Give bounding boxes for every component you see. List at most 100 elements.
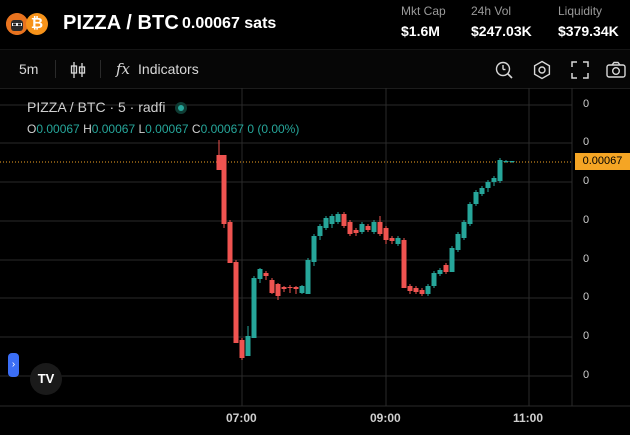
candle-body (479, 188, 485, 194)
candle-body (509, 161, 515, 162)
candle-body (305, 260, 311, 294)
candle-body (233, 262, 239, 343)
candle-body (449, 248, 455, 272)
candle-body (365, 226, 371, 230)
candle-body (377, 222, 383, 234)
candlestick-chart[interactable] (0, 88, 630, 435)
candle-body (371, 222, 377, 232)
pair-price: 0.00067 sats (182, 15, 277, 32)
function-icon: 𝑓x (116, 60, 131, 78)
candle-body (389, 238, 395, 241)
gear-icon (532, 60, 552, 80)
candle-style-button[interactable] (70, 50, 86, 88)
candle-body (317, 226, 323, 236)
pair-title: PIZZA / BTC (63, 12, 179, 34)
y-axis-label: 0 (583, 136, 590, 148)
ohlc-change: 0 (0.00%) (247, 122, 300, 136)
candle-body (401, 240, 407, 288)
fullscreen-button[interactable] (571, 50, 589, 88)
candle-body (263, 273, 269, 276)
stat-value: $1.6M (401, 23, 440, 39)
current-price-tag: 0.00067 (575, 153, 630, 170)
header: ₿ PIZZA / BTC 0.00067 sats Mkt Cap $1.6M… (0, 0, 630, 48)
candle-body (341, 214, 347, 226)
live-status-icon (175, 102, 188, 115)
candle-body (293, 287, 299, 289)
candle-body (473, 192, 479, 204)
candle-body (455, 234, 461, 250)
indicators-button[interactable]: 𝑓x Indicators (116, 50, 199, 88)
pair-icons: ₿ (6, 13, 50, 35)
stat-market-cap: Mkt Cap $1.6M (401, 4, 446, 39)
candle-body (323, 218, 329, 228)
candle-body (281, 287, 287, 289)
y-axis-label: 0 (583, 175, 590, 187)
ohlc-high-label: H (83, 122, 92, 136)
candle-body (245, 336, 251, 356)
sidebar-expand-handle[interactable]: › (8, 353, 19, 377)
fullscreen-icon (571, 61, 589, 80)
y-axis-label: 0 (583, 214, 590, 226)
candle-body (299, 286, 305, 293)
camera-icon (606, 61, 626, 78)
candle-body (227, 222, 233, 263)
indicators-label: Indicators (138, 61, 199, 77)
price-chart[interactable]: PIZZA / BTC · 5 · radfi O0.00067 H0.0006… (0, 88, 630, 435)
settings-button[interactable] (532, 50, 552, 88)
toolbar-divider (55, 60, 56, 78)
candle-body (257, 269, 263, 279)
candle-body (395, 238, 401, 244)
candle-body (251, 278, 257, 338)
stat-24h-volume: 24h Vol $247.03K (471, 4, 532, 39)
candle-body (419, 290, 425, 294)
replay-button[interactable] (494, 50, 514, 88)
stat-label: Mkt Cap (401, 4, 446, 18)
candle-body (216, 155, 222, 170)
candle-body (461, 222, 467, 238)
interval-button[interactable]: 5m (19, 50, 38, 88)
stat-value: $379.34K (558, 23, 619, 39)
ohlc-close-label: C (191, 122, 201, 136)
ohlc-high-value: 0.00067 (91, 122, 136, 136)
candles (216, 140, 515, 360)
y-axis-label: 0 (583, 330, 590, 342)
candle-body (491, 178, 497, 182)
candle-body (347, 222, 353, 234)
x-axis-time-label: 11:00 (513, 411, 544, 425)
candle-body (269, 280, 275, 293)
x-axis-time-label: 09:00 (370, 411, 401, 425)
y-axis-label: 0 (583, 98, 590, 110)
y-axis-label: 0 (583, 291, 590, 303)
candle-body (287, 287, 293, 288)
pizza-token-icon (6, 13, 28, 35)
ohlc-open-label: O (27, 122, 37, 136)
candle-body (431, 273, 437, 286)
candle-body (413, 288, 419, 292)
x-axis-time-label: 07:00 (226, 411, 257, 425)
ohlc-low-value: 0.00067 (145, 122, 189, 136)
candle-body (311, 236, 317, 262)
candle-body (497, 160, 503, 181)
candle-body (467, 204, 473, 224)
candle-body (407, 286, 413, 291)
candle-body (239, 340, 245, 358)
candlestick-icon (70, 61, 86, 79)
chart-toolbar: 5m 𝑓x Indicators (0, 49, 630, 89)
bitcoin-icon: ₿ (26, 13, 48, 35)
candle-body (359, 224, 365, 232)
candle-body (485, 182, 491, 188)
y-axis-label: 0 (583, 369, 590, 381)
legend-symbol-text: PIZZA / BTC · 5 · radfi (27, 99, 166, 115)
y-axis-label: 0 (583, 253, 590, 265)
candle-body (335, 214, 341, 222)
screenshot-button[interactable] (606, 50, 626, 88)
replay-icon (494, 61, 514, 79)
ohlc-open-value: 0.00067 (36, 122, 80, 136)
candle-body (353, 230, 359, 233)
candle-body (437, 270, 443, 274)
tradingview-logo[interactable]: TV (30, 363, 62, 395)
candle-body (425, 286, 431, 294)
stat-value: $247.03K (471, 23, 532, 39)
candle-body (383, 228, 389, 240)
stat-label: Liquidity (558, 4, 603, 18)
